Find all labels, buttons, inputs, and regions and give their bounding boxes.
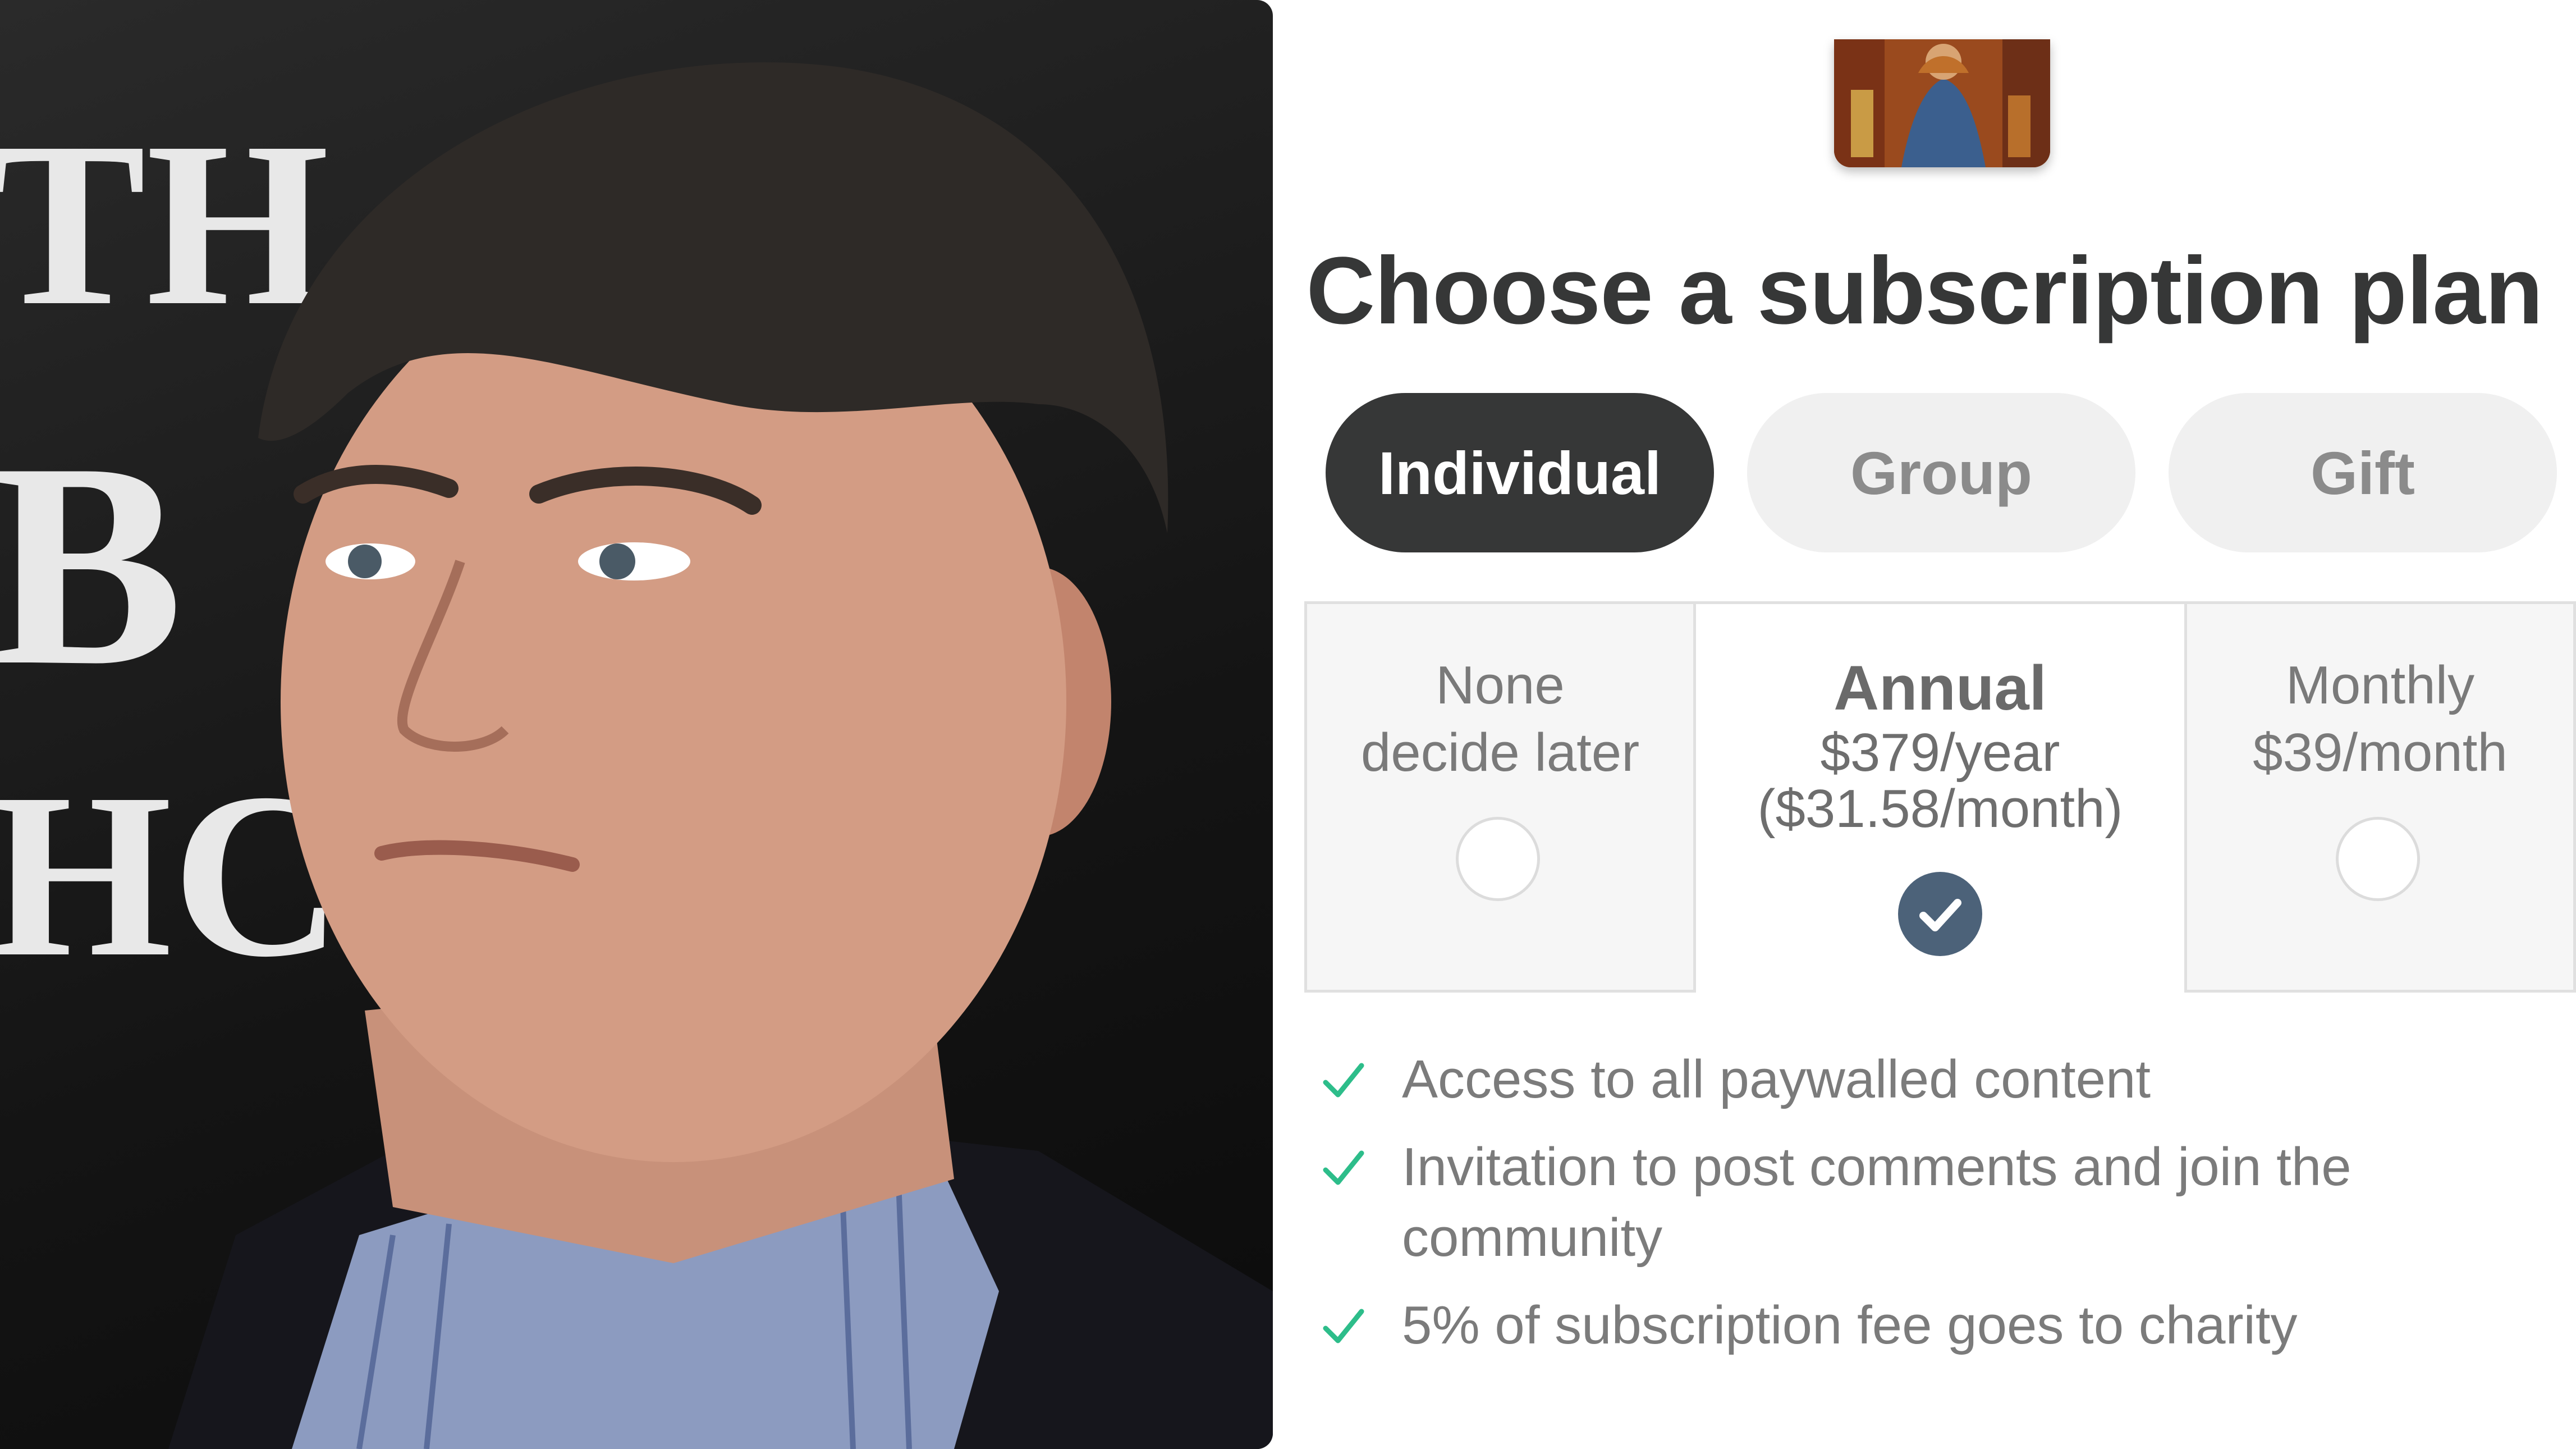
check-icon — [1323, 1063, 1364, 1098]
plan-monthly-title: Monthly — [2285, 655, 2475, 715]
plan-annual[interactable]: Annual $379/year ($31.58/month) — [1693, 601, 2187, 993]
plan-none[interactable]: None decide later — [1304, 601, 1693, 993]
feature-text: 5% of subscription fee goes to charity — [1402, 1295, 2298, 1355]
backdrop-letters-2: B — [0, 403, 184, 726]
feature-text: Invitation to post comments and join the… — [1402, 1137, 2352, 1268]
plan-annual-monthly-equivalent: ($31.58/month) — [1757, 779, 2123, 839]
check-icon — [1323, 1150, 1364, 1185]
portrait-photo: TH B HC — [0, 0, 1273, 1449]
painting-thumbnail-icon — [1834, 39, 2050, 167]
tab-individual[interactable]: Individual — [1326, 393, 1714, 552]
subscription-panel: Choose a subscription plan Individual Gr… — [1273, 0, 2576, 1449]
feature-text: Access to all paywalled content — [1402, 1049, 2151, 1109]
plan-annual-title: Annual — [1834, 653, 2047, 723]
plan-monthly-price: $39/month — [2253, 723, 2508, 783]
tab-gift[interactable]: Gift — [2169, 393, 2557, 552]
feature-list: Access to all paywalled content Invitati… — [1322, 1044, 2557, 1378]
tab-group[interactable]: Group — [1747, 393, 2135, 552]
check-icon — [1323, 1309, 1364, 1343]
plan-none-radio[interactable] — [1456, 817, 1540, 901]
checkmark-icon — [1919, 899, 1961, 931]
plan-monthly[interactable]: Monthly $39/month — [2187, 601, 2576, 993]
plan-none-subtitle: decide later — [1360, 723, 1640, 783]
feature-item: Access to all paywalled content — [1322, 1044, 2557, 1115]
feature-item: Invitation to post comments and join the… — [1322, 1132, 2412, 1273]
portrait-illustration: TH B HC — [0, 62, 1273, 1449]
plan-none-title: None — [1436, 655, 1565, 715]
feature-item: 5% of subscription fee goes to charity — [1322, 1290, 2557, 1361]
publication-logo — [1834, 39, 2050, 167]
plan-monthly-radio[interactable] — [2336, 817, 2420, 901]
plan-annual-radio[interactable] — [1898, 872, 1982, 956]
backdrop-letters-1: TH — [0, 93, 329, 354]
plan-options: None decide later Annual $379/year ($31.… — [1304, 601, 2576, 993]
page-title: Choose a subscription plan — [1306, 237, 2543, 344]
plan-annual-price: $379/year — [1820, 723, 2060, 783]
